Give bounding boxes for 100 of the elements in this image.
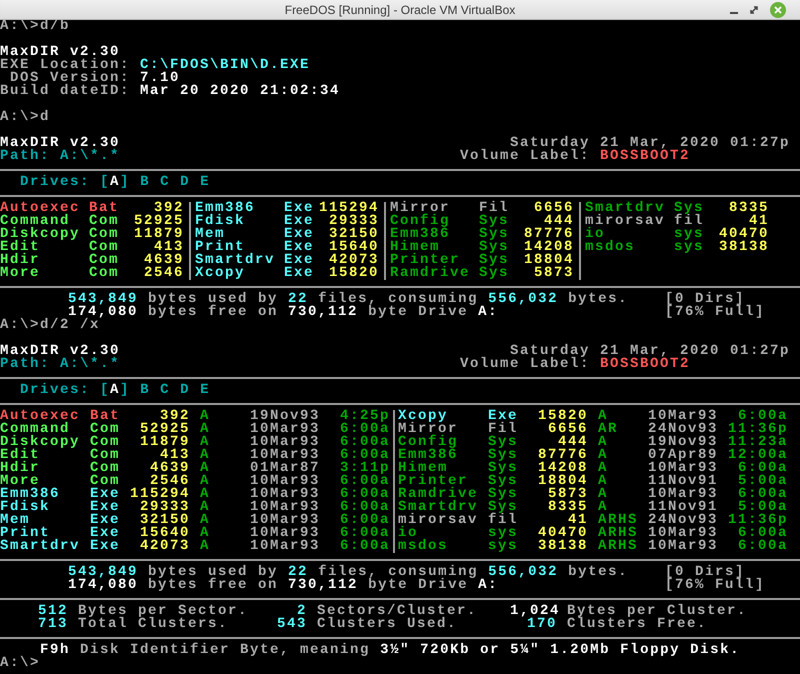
- file-name: Himem: [398, 462, 448, 475]
- file-size: 11879: [132, 228, 184, 241]
- file-size: 52925: [138, 423, 190, 436]
- selection-bracket: [: [100, 384, 110, 397]
- file-extension: Exe: [90, 540, 122, 553]
- file-extension: Sys: [479, 215, 509, 228]
- file-extension: Com: [90, 475, 122, 488]
- file-attributes: A: [597, 501, 608, 514]
- file-name: Smartdrv: [398, 501, 480, 514]
- file-date: 24Nov93: [648, 514, 718, 527]
- file-extension: Sys: [488, 462, 520, 475]
- restore-icon[interactable]: [750, 6, 758, 14]
- file-attributes: AR: [597, 423, 620, 436]
- file-extension: Exe: [284, 215, 314, 228]
- file-extension: Exe: [90, 488, 122, 501]
- file-name: msdos: [398, 540, 450, 553]
- file-time: 6:00a: [338, 540, 390, 553]
- file-size: 40470: [718, 228, 769, 241]
- file-name: Mirror: [390, 202, 452, 215]
- file-size: 444: [544, 215, 574, 228]
- summary-number: 730,112: [288, 306, 358, 319]
- file-attributes: A: [199, 462, 212, 475]
- summary-number: 556,032: [488, 293, 558, 306]
- file-name: io: [585, 228, 606, 241]
- stat-label: Clusters Used.: [317, 618, 458, 631]
- file-extension: sys: [488, 540, 520, 553]
- file-extension: Com: [89, 254, 119, 267]
- file-size: 8335: [546, 501, 588, 514]
- file-size: 18804: [536, 475, 588, 488]
- file-extension: Exe: [488, 410, 520, 423]
- file-name: Smartdrv: [0, 540, 82, 553]
- file-attributes: A: [597, 410, 608, 423]
- file-extension: Com: [90, 462, 122, 475]
- identifier-text: Disk Identifier Byte, meaning: [80, 644, 370, 657]
- file-time: 6:00a: [338, 423, 390, 436]
- file-date: 10Mar93: [250, 501, 320, 514]
- file-name: Emm386: [195, 202, 256, 215]
- file-name: Emm386: [390, 228, 452, 241]
- file-time: 6:00a: [338, 488, 390, 501]
- file-size: 2546: [150, 475, 190, 488]
- date-time: Saturday 21 Mar, 2020 01:27p: [510, 345, 790, 358]
- file-attributes: A: [199, 410, 212, 423]
- command-prompt: A:\>: [0, 657, 40, 670]
- summary-note: [76% Full]: [665, 579, 766, 592]
- file-extension: Sys: [479, 267, 509, 280]
- path-label: Path: A:\*.*: [0, 356, 120, 372]
- file-name: Autoexec: [0, 410, 82, 423]
- file-size: 11879: [138, 436, 190, 449]
- file-extension: Sys: [479, 254, 509, 267]
- summary-text: bytes.: [568, 293, 628, 306]
- file-name: Hdir: [0, 462, 42, 475]
- file-attributes: A: [199, 501, 212, 514]
- stat-label: Clusters Free.: [567, 618, 708, 631]
- file-extension: Sys: [479, 241, 509, 254]
- summary-text: bytes used by: [148, 293, 278, 306]
- file-time: 6:00a: [338, 501, 390, 514]
- file-name: Config: [390, 215, 452, 228]
- info-value: 7.10: [140, 72, 180, 85]
- file-time: 6:00a: [736, 540, 788, 553]
- file-date: 10Mar93: [250, 475, 320, 488]
- file-size: 6656: [532, 202, 574, 215]
- file-time: 6:00a: [738, 410, 788, 423]
- summary-number: 543,849: [68, 566, 138, 579]
- summary-note: [76% Full]: [665, 306, 766, 319]
- summary-text: byte Drive: [368, 579, 468, 592]
- file-attributes: A: [597, 475, 610, 488]
- file-date: 10Mar93: [250, 449, 320, 462]
- file-date: 10Mar93: [250, 540, 320, 553]
- summary-number: 22: [288, 293, 308, 306]
- file-name: Edit: [0, 241, 40, 254]
- file-extension: Com: [90, 423, 122, 436]
- file-extension: Exe: [90, 527, 122, 540]
- file-size: 413: [160, 449, 190, 462]
- file-name: Config: [398, 436, 460, 449]
- file-size: 392: [154, 202, 184, 215]
- file-extension: Exe: [284, 228, 314, 241]
- selection-bracket: ]: [120, 384, 130, 397]
- file-date: 19Nov93: [250, 410, 320, 423]
- file-date: 01Mar87: [250, 462, 320, 475]
- file-attributes: A: [199, 475, 212, 488]
- file-size: 41: [748, 215, 769, 228]
- file-extension: fil: [674, 215, 704, 228]
- file-attributes: A: [597, 436, 610, 449]
- selection-bracket: [: [100, 176, 110, 189]
- file-name: Diskcopy: [0, 436, 82, 449]
- file-size: 38138: [718, 241, 769, 254]
- drive-letter: D: [180, 384, 190, 397]
- file-size: 32150: [138, 514, 190, 527]
- file-size: 42073: [328, 254, 379, 267]
- close-icon[interactable]: [770, 2, 786, 18]
- volume-label: Volume Label:: [460, 358, 590, 371]
- file-time: 6:00a: [338, 475, 390, 488]
- drive-letter: A: [110, 176, 120, 189]
- program-title: MaxDIR v2.30: [0, 345, 120, 358]
- file-size: 15640: [138, 527, 190, 540]
- file-size: 14208: [522, 241, 574, 254]
- file-name: Emm386: [0, 488, 62, 501]
- file-date: 07Apr89: [648, 449, 718, 462]
- file-attributes: A: [199, 449, 212, 462]
- drive-letter: A: [110, 384, 120, 397]
